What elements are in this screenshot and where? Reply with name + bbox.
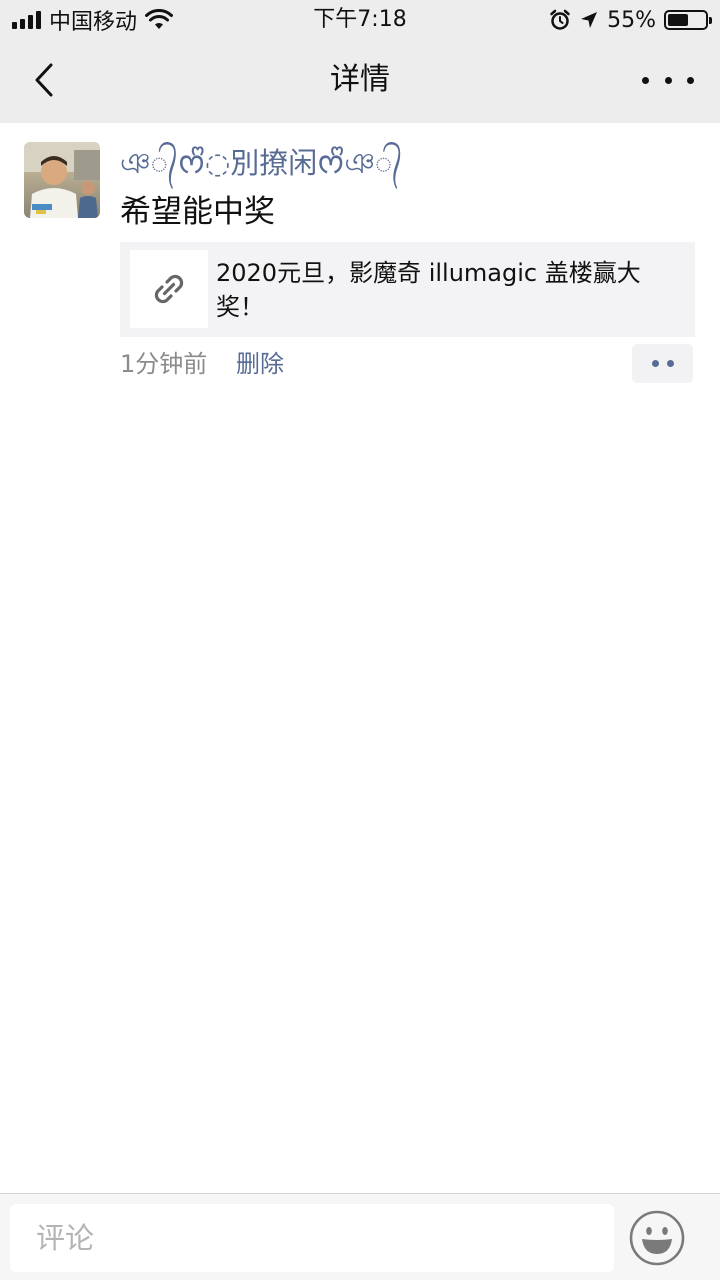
link-title: 2020元旦，影魔奇 illumagic 盖楼赢大奖！ xyxy=(216,259,641,321)
emoji-icon xyxy=(629,1210,685,1266)
author-name[interactable]: ঞ᭄ᰔᩚ◌別撩闲ᰔᩚঞ᭄ xyxy=(120,140,402,186)
link-icon xyxy=(154,274,184,304)
battery-level xyxy=(668,14,688,26)
comment-input[interactable] xyxy=(10,1204,614,1272)
action-dot xyxy=(666,360,674,367)
avatar-photo xyxy=(24,142,100,218)
alarm-icon xyxy=(550,9,570,30)
comment-action-icon[interactable] xyxy=(632,344,693,383)
battery-icon xyxy=(664,10,712,30)
more-button[interactable] xyxy=(642,64,694,96)
emoji-button[interactable] xyxy=(629,1210,685,1266)
battery-percent: 55% xyxy=(607,7,656,33)
more-dots-icon xyxy=(642,76,649,84)
avatar[interactable] xyxy=(24,142,100,218)
status-bar: 中国移动 下午7:18 55% xyxy=(0,0,720,40)
link-thumbnail xyxy=(130,250,208,328)
status-right: 55% xyxy=(549,6,712,34)
page-title: 详情 xyxy=(330,62,390,97)
post-text: 希望能中奖 xyxy=(120,194,275,230)
comment-bar xyxy=(0,1193,720,1280)
post-time: 1分钟前 xyxy=(120,350,208,378)
action-dot xyxy=(651,360,659,367)
location-icon xyxy=(581,12,598,28)
delete-link[interactable]: 删除 xyxy=(236,344,284,384)
nav-bar: 详情 xyxy=(0,40,720,123)
link-card[interactable]: 2020元旦，影魔奇 illumagic 盖楼赢大奖！ xyxy=(120,242,695,337)
